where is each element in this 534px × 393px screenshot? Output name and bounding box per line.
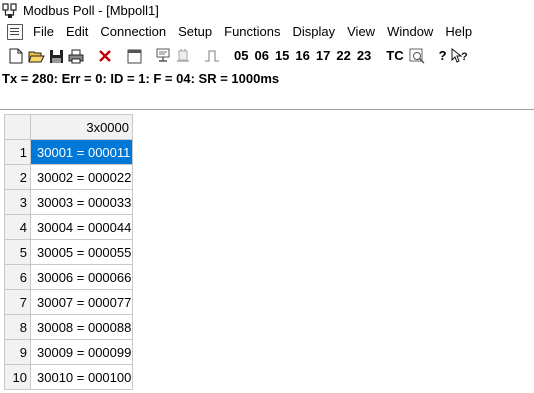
delete-icon[interactable] xyxy=(95,45,115,67)
menu-functions[interactable]: Functions xyxy=(218,21,286,43)
register-cell[interactable]: 30006 = 000066 xyxy=(30,264,133,290)
toolbar-separator xyxy=(197,46,198,66)
row-header[interactable]: 10 xyxy=(4,364,31,390)
register-cell[interactable]: 30003 = 000033 xyxy=(30,189,133,215)
toolbar-separator xyxy=(119,46,120,66)
register-cell[interactable]: 30002 = 000022 xyxy=(30,164,133,190)
help-icon[interactable]: ? xyxy=(436,45,450,67)
modbus-poll-app-icon xyxy=(2,2,18,19)
function-17-button[interactable]: 17 xyxy=(313,45,333,67)
menu-help[interactable]: Help xyxy=(439,21,478,43)
table-row[interactable]: 3 30003 = 000033 xyxy=(4,189,133,215)
toolbar-separator xyxy=(148,46,149,66)
table-row[interactable]: 1 30001 = 000011 xyxy=(4,139,133,165)
register-cell[interactable]: 30004 = 000044 xyxy=(30,214,133,240)
row-header[interactable]: 2 xyxy=(4,164,31,190)
table-row[interactable]: 9 30009 = 000099 xyxy=(4,339,133,365)
print-icon[interactable] xyxy=(66,45,86,67)
status-line: Tx = 280: Err = 0: ID = 1: F = 04: SR = … xyxy=(2,71,280,86)
register-grid: 3x0000 1 30001 = 000011 2 30002 = 000022 3 30… xyxy=(4,114,133,390)
menu-setup[interactable]: Setup xyxy=(172,21,218,43)
table-row[interactable]: 8 30008 = 000088 xyxy=(4,314,133,340)
row-header[interactable]: 8 xyxy=(4,314,31,340)
grid-corner[interactable] xyxy=(4,114,31,140)
toolbar-separator xyxy=(430,46,432,66)
row-header[interactable]: 1 xyxy=(4,139,31,165)
table-row[interactable]: 10 30010 = 000100 xyxy=(4,364,133,390)
toolbar-separator xyxy=(90,46,91,66)
menu-edit[interactable]: Edit xyxy=(60,21,94,43)
title-bar: Modbus Poll - [Mbpoll1] xyxy=(0,0,534,21)
row-header[interactable]: 3 xyxy=(4,189,31,215)
register-cell[interactable]: 30005 = 000055 xyxy=(30,239,133,265)
function-22-button[interactable]: 22 xyxy=(333,45,353,67)
register-cell[interactable]: 30009 = 000099 xyxy=(30,339,133,365)
menu-window[interactable]: Window xyxy=(381,21,439,43)
toolbar-separator xyxy=(378,46,380,66)
row-header[interactable]: 9 xyxy=(4,339,31,365)
function-16-button[interactable]: 16 xyxy=(292,45,312,67)
menu-connection[interactable]: Connection xyxy=(94,21,172,43)
menu-file[interactable]: File xyxy=(27,21,60,43)
menu-bar: File Edit Connection Setup Functions Dis… xyxy=(0,21,534,43)
table-row[interactable]: 7 30007 = 000077 xyxy=(4,289,133,315)
table-row[interactable]: 6 30006 = 000066 xyxy=(4,264,133,290)
window-title: Modbus Poll - [Mbpoll1] xyxy=(23,3,159,18)
menu-view[interactable]: View xyxy=(341,21,381,43)
register-cell[interactable]: 30010 = 000100 xyxy=(30,364,133,390)
function-05-button[interactable]: 05 xyxy=(231,45,251,67)
document-system-menu-icon[interactable] xyxy=(7,24,23,40)
row-header[interactable]: 5 xyxy=(4,239,31,265)
grid-header-row: 3x0000 xyxy=(4,114,133,140)
table-row[interactable]: 5 30005 = 000055 xyxy=(4,239,133,265)
status-panel: Tx = 280: Err = 0: ID = 1: F = 04: SR = … xyxy=(0,69,534,110)
window-icon[interactable] xyxy=(124,45,144,67)
column-header-3x0000[interactable]: 3x0000 xyxy=(30,114,133,140)
menu-display[interactable]: Display xyxy=(287,21,342,43)
toolbar: 05 06 15 16 17 22 23 TC ? ? xyxy=(0,43,534,69)
function-15-button[interactable]: 15 xyxy=(272,45,292,67)
test-center-button[interactable]: TC xyxy=(383,45,406,67)
row-header[interactable]: 4 xyxy=(4,214,31,240)
new-icon[interactable] xyxy=(6,45,26,67)
register-cell[interactable]: 30007 = 000077 xyxy=(30,289,133,315)
function-23-button[interactable]: 23 xyxy=(354,45,374,67)
table-row[interactable]: 2 30002 = 000022 xyxy=(4,164,133,190)
context-help-icon[interactable]: ? xyxy=(450,45,470,67)
toolbar-separator xyxy=(226,46,227,66)
row-header[interactable]: 7 xyxy=(4,289,31,315)
function-06-button[interactable]: 06 xyxy=(251,45,271,67)
open-icon[interactable] xyxy=(26,45,46,67)
row-header[interactable]: 6 xyxy=(4,264,31,290)
pulse-icon[interactable] xyxy=(202,45,222,67)
save-icon[interactable] xyxy=(46,45,66,67)
test-center-icon[interactable] xyxy=(407,45,427,67)
svg-text:?: ? xyxy=(461,51,468,63)
register-cell[interactable]: 30001 = 000011 xyxy=(30,139,133,165)
disconnect-icon[interactable] xyxy=(173,45,193,67)
table-row[interactable]: 4 30004 = 000044 xyxy=(4,214,133,240)
connect-icon[interactable] xyxy=(153,45,173,67)
register-cell[interactable]: 30008 = 000088 xyxy=(30,314,133,340)
